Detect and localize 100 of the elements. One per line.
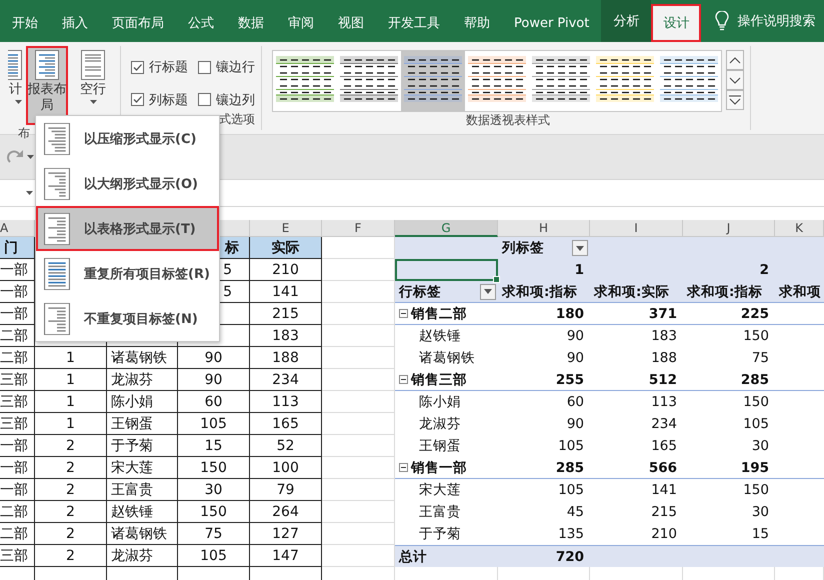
table-cell-text: 陈小娟 — [418, 393, 462, 412]
column-header[interactable]: K — [775, 220, 824, 237]
column-header[interactable]: A — [0, 220, 35, 237]
column-header[interactable]: H — [498, 220, 590, 237]
ribbon-tab[interactable]: 页面布局 — [100, 4, 176, 42]
redo-caret-icon — [27, 155, 34, 159]
checkbox[interactable] — [131, 93, 144, 106]
ribbon-tab[interactable]: 分析 — [601, 0, 652, 42]
scroll-down-button[interactable] — [726, 70, 744, 90]
column-header[interactable]: I — [590, 220, 683, 237]
table-cell: 三部 — [0, 413, 35, 435]
menu-item[interactable]: 以大纲形式显示(O) — [36, 161, 219, 206]
table-cell-text: 150 — [742, 481, 770, 500]
checkbox-label[interactable]: 列标题 — [149, 90, 188, 109]
table-cell: 225 — [683, 303, 775, 325]
ribbon-tab[interactable]: 公式 — [176, 4, 226, 42]
table-cell-text: 150 — [742, 393, 770, 412]
more-styles-button[interactable] — [726, 90, 744, 110]
table-style-icon — [468, 56, 526, 102]
collapse-icon[interactable] — [399, 309, 408, 318]
table-style-icon — [340, 56, 398, 102]
ribbon-tab[interactable]: 数据 — [226, 4, 276, 42]
table-style-icon — [532, 56, 590, 102]
table-cell-text: 183 — [650, 327, 678, 346]
table-cell: 于予菊 — [107, 435, 178, 457]
table-cell-text: 30 — [750, 437, 770, 456]
table-cell: 141 — [250, 281, 322, 303]
table-cell: 二部 — [0, 347, 35, 369]
table-style-icon — [276, 56, 334, 102]
layout-icon — [44, 122, 70, 154]
tell-me-search[interactable]: 操作说明搜索 — [737, 12, 816, 30]
table-cell-text: 210 — [650, 525, 678, 544]
dropdown-arrow-icon — [484, 289, 492, 294]
fill-handle[interactable] — [493, 276, 500, 283]
layout-icon — [44, 302, 70, 334]
checkbox-label[interactable]: 镶边列 — [216, 90, 255, 109]
table-cell: 566 — [590, 457, 683, 479]
table-cell: 183 — [250, 325, 322, 347]
table-style-icon — [596, 56, 654, 102]
column-header[interactable]: J — [683, 220, 775, 237]
checkbox[interactable] — [131, 60, 144, 74]
table-cell-text: 165 — [650, 437, 678, 456]
table-cell-text: 龙淑芬 — [418, 415, 462, 434]
ribbon-tab[interactable]: 设计 — [651, 4, 702, 42]
scroll-up-button[interactable] — [726, 50, 744, 70]
column-value: 2 — [758, 262, 769, 278]
layout-icon — [44, 168, 70, 200]
menu-item[interactable]: 以表格形式显示(T) — [36, 206, 219, 251]
table-cell: 二部 — [0, 523, 35, 545]
table-cell: 2 — [35, 457, 107, 479]
selected-cell[interactable] — [395, 259, 498, 281]
ribbon-tab[interactable]: 审阅 — [276, 4, 326, 42]
column-header[interactable]: G — [395, 220, 498, 237]
collapse-icon[interactable] — [399, 375, 408, 384]
style-thumbnail[interactable] — [401, 51, 465, 111]
table-cell-text: 诸葛钢铁 — [418, 349, 476, 368]
table-cell: 512 — [590, 369, 683, 391]
checkmark-icon — [132, 94, 143, 106]
more-icon — [729, 95, 741, 105]
table-cell: 79 — [250, 479, 322, 501]
ribbon-button[interactable]: 报表布局 — [26, 46, 68, 124]
table-cell: 234 — [250, 369, 322, 391]
table-cell: 100 — [250, 457, 322, 479]
table-cell-text: 宋大莲 — [418, 481, 462, 500]
table-cell-text: 于予菊 — [418, 525, 462, 544]
ribbon-tab[interactable]: Power Pivot — [502, 4, 602, 42]
table-cell: 147 — [250, 545, 322, 567]
table-cell: 宋大莲 — [107, 457, 178, 479]
caret-icon — [15, 100, 22, 104]
ribbon-tab[interactable]: 视图 — [326, 4, 376, 42]
ribbon-tab[interactable]: 开始 — [0, 4, 50, 42]
table-cell: 150 — [178, 457, 250, 479]
checkbox-label[interactable]: 镶边行 — [216, 58, 255, 76]
table-cell: 165 — [250, 413, 322, 435]
ribbon-button[interactable]: 计 — [0, 46, 22, 124]
ribbon-tab[interactable]: 插入 — [50, 4, 100, 42]
checkbox-label[interactable]: 行标题 — [149, 58, 188, 76]
chevron-up-icon — [729, 56, 741, 64]
collapse-icon[interactable] — [399, 463, 408, 472]
checkbox[interactable] — [198, 93, 211, 106]
column-header[interactable]: F — [322, 220, 395, 237]
table-cell: 王富贵 — [107, 479, 178, 501]
table-cell-text: 188 — [650, 349, 678, 368]
filter-dropdown-button[interactable] — [572, 240, 588, 256]
column-heading: 实际 — [250, 237, 322, 259]
table-style-icon — [660, 56, 718, 102]
table-cell-text: 215 — [650, 503, 678, 522]
ribbon-tab[interactable]: 帮助 — [452, 4, 502, 42]
table-cell: 90 — [178, 347, 250, 369]
table-cell: 1 — [35, 391, 107, 413]
filter-dropdown-button[interactable] — [480, 284, 496, 300]
table-cell: 75 — [178, 523, 250, 545]
table-cell-text: 90 — [566, 415, 585, 434]
group-label: 式选项 — [219, 111, 255, 128]
column-header[interactable]: E — [250, 220, 322, 237]
checkbox[interactable] — [198, 60, 211, 74]
table-cell-text: 王富贵 — [418, 503, 462, 522]
table-cell: 陈小娟 — [107, 391, 178, 413]
table-cell: 150 — [178, 501, 250, 523]
ribbon-tab[interactable]: 开发工具 — [376, 4, 452, 42]
